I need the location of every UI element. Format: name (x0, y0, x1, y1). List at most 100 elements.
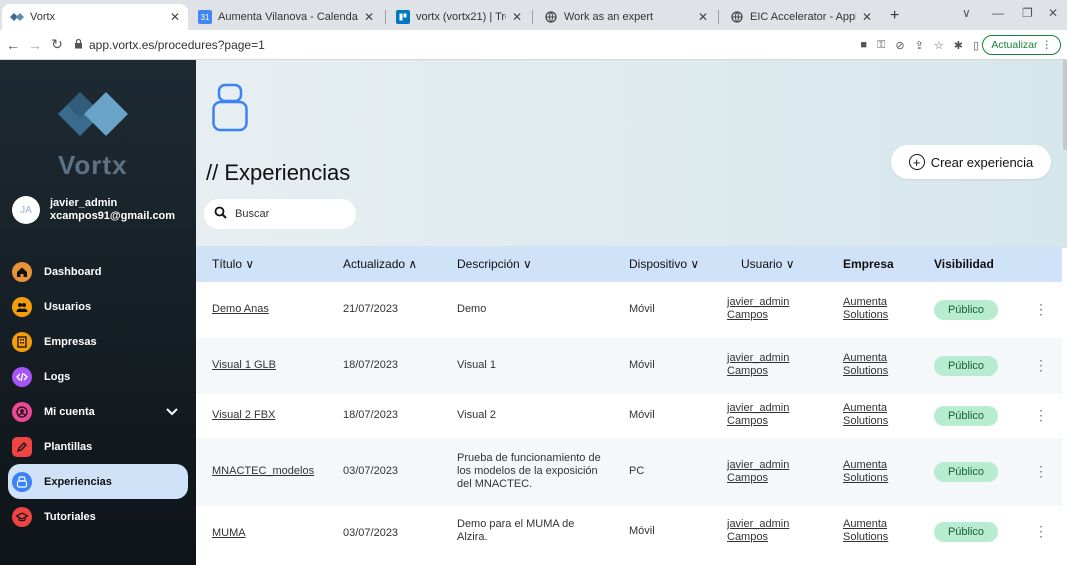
column-header-usuario[interactable]: Usuario ∨ (741, 257, 795, 271)
chevron-down-icon[interactable] (166, 405, 178, 419)
share-icon[interactable]: ⇪ (915, 39, 924, 52)
company-link[interactable]: Aumenta Solutions (843, 296, 888, 322)
forward-icon[interactable]: → (26, 37, 44, 53)
avatar: JA (12, 196, 40, 224)
user-link[interactable]: javier_admin Campos (727, 459, 789, 485)
window-close-icon[interactable]: ✕ (1048, 6, 1058, 20)
sidebar-item-label: Tutoriales (44, 510, 96, 523)
sync-icon[interactable]: ⊘ (895, 39, 904, 52)
more-vert-icon[interactable]: ⋮ (1034, 357, 1048, 374)
updated-date: 18/07/2023 (343, 409, 399, 421)
edit-icon (12, 436, 32, 457)
reload-icon[interactable]: ↻ (48, 36, 66, 53)
trello-icon (396, 10, 410, 24)
search-input[interactable]: Buscar (204, 199, 356, 229)
restore-icon[interactable]: ❐ (1022, 6, 1033, 20)
user-link[interactable]: javier_admin Campos (727, 518, 789, 544)
device: Móvil (629, 409, 655, 421)
close-tab-icon[interactable]: ✕ (698, 10, 708, 24)
browser-tab-vortx[interactable]: Vortx ✕ (2, 4, 188, 30)
experience-title-link[interactable]: Visual 1 GLB (212, 359, 276, 372)
column-header-titulo[interactable]: Título ∨ (212, 257, 254, 271)
column-header-dispositivo[interactable]: Dispositivo ∨ (629, 257, 699, 271)
table-row[interactable]: MNACTEC_modelos 03/07/2023 Prueba de fun… (196, 438, 1062, 506)
table-row[interactable]: Demo Anas 21/07/2023 Demo Móvil javier_a… (196, 282, 1062, 338)
more-vert-icon: ⋮ (1041, 39, 1053, 51)
company-link[interactable]: Aumenta Solutions (843, 352, 888, 378)
more-vert-icon[interactable]: ⋮ (1034, 407, 1048, 424)
bookmark-star-icon[interactable]: ☆ (934, 39, 944, 52)
page-title: // Experiencias (206, 160, 351, 185)
camera-icon[interactable]: ■ (860, 39, 867, 51)
new-tab-icon[interactable]: + (890, 7, 899, 25)
close-tab-icon[interactable]: ✕ (170, 10, 180, 24)
table-row[interactable]: Visual 2 FBX 18/07/2023 Visual 2 Móvil j… (196, 394, 1062, 438)
column-header-descripcion[interactable]: Descripción ∨ (457, 257, 532, 271)
browser-tab-eic[interactable]: EIC Accelerator - Application Pro ✕ (722, 4, 880, 30)
user-profile[interactable]: JA javier_admin xcampos91@gmail.com (12, 196, 175, 224)
company-link[interactable]: Aumenta Solutions (843, 402, 888, 428)
sidepanel-icon[interactable]: ▯ (973, 39, 979, 52)
sidebar-item-empresas[interactable]: Empresas (8, 324, 188, 359)
company-link[interactable]: Aumenta Solutions (843, 459, 888, 485)
more-vert-icon[interactable]: ⋮ (1034, 523, 1048, 540)
close-tab-icon[interactable]: ✕ (512, 10, 522, 24)
update-button[interactable]: Actualizar ⋮ (982, 35, 1061, 55)
device: Móvil (629, 525, 655, 537)
browser-tab-work-expert[interactable]: Work as an expert ✕ (536, 4, 716, 30)
user-link[interactable]: javier_admin Campos (727, 402, 789, 428)
user-name: javier_admin (50, 197, 118, 209)
sidebar-item-label: Logs (44, 370, 71, 383)
sidebar-item-tutoriales[interactable]: Tutoriales (8, 499, 188, 534)
user-link[interactable]: javier_admin Campos (727, 352, 789, 378)
company-link[interactable]: Aumenta Solutions (843, 518, 888, 544)
lock-icon (74, 38, 83, 52)
updated-date: 21/07/2023 (343, 303, 399, 315)
sort-chevron-icon: ∨ (785, 257, 795, 271)
key-icon[interactable]: ⚿ (877, 39, 885, 52)
close-tab-icon[interactable]: ✕ (364, 10, 374, 24)
sidebar-item-dashboard[interactable]: Dashboard (8, 254, 188, 289)
status-badge: Público (934, 462, 998, 482)
table-row[interactable]: Visual 1 GLB 18/07/2023 Visual 1 Móvil j… (196, 338, 1062, 394)
brand-name: Vortx (58, 150, 128, 180)
experience-title-link[interactable]: Demo Anas (212, 303, 269, 316)
sidebar-item-experiencias[interactable]: Experiencias (8, 464, 188, 499)
tab-list-chevron-icon[interactable]: ∨ (962, 6, 971, 20)
experience-title-link[interactable]: MUMA (212, 527, 246, 540)
sidebar-item-plantillas[interactable]: Plantillas (8, 429, 188, 464)
minimize-icon[interactable]: — (992, 6, 1004, 20)
globe-icon (730, 10, 744, 24)
page-scrollbar[interactable] (1063, 60, 1067, 150)
sidebar-item-label: Usuarios (44, 300, 92, 313)
table-row[interactable]: MUMA 03/07/2023 Demo para el MUMA de Alzi… (196, 506, 1062, 565)
vortx-favicon-icon (10, 10, 24, 24)
column-header-actualizado[interactable]: Actualizado ∧ (343, 257, 417, 271)
more-vert-icon[interactable]: ⋮ (1034, 463, 1048, 480)
extensions-icon[interactable]: ✱ (954, 39, 963, 52)
create-experience-label: Crear experiencia (930, 154, 1034, 170)
experience-title-link[interactable]: Visual 2 FBX (212, 409, 275, 422)
url-field[interactable]: app.vortx.es/procedures?page=1 (74, 38, 265, 52)
browser-tab-calendar[interactable]: 31 Aumenta Vilanova - Calendar - S ✕ (190, 4, 382, 30)
close-tab-icon[interactable]: ✕ (862, 10, 872, 24)
tab-label: EIC Accelerator - Application Pro (750, 11, 856, 23)
create-experience-button[interactable]: + Crear experiencia (891, 145, 1051, 179)
status-badge: Público (934, 300, 998, 320)
home-icon (12, 261, 32, 282)
user-link[interactable]: javier_admin Campos (727, 296, 789, 322)
tab-label: Aumenta Vilanova - Calendar - S (218, 11, 358, 23)
description: Prueba de funcionamiento de los modelos d… (457, 452, 601, 490)
vortx-logo (58, 92, 128, 136)
more-vert-icon[interactable]: ⋮ (1034, 301, 1048, 318)
sidebar-item-usuarios[interactable]: Usuarios (8, 289, 188, 324)
sidebar-item-logs[interactable]: Logs (8, 359, 188, 394)
address-bar: ← → ↻ app.vortx.es/procedures?page=1 ■ ⚿… (0, 30, 1067, 60)
experience-title-link[interactable]: MNACTEC_modelos (212, 465, 314, 478)
browser-tab-trello[interactable]: vortx (vortx21) | Trello ✕ (388, 4, 530, 30)
back-icon[interactable]: ← (4, 37, 22, 53)
sidebar-item-mi-cuenta[interactable]: Mi cuenta (8, 394, 188, 429)
page-header: // Experiencias Buscar + Crear experienc… (196, 60, 1067, 248)
users-icon (12, 296, 32, 317)
sidebar: Vortx JA javier_admin xcampos91@gmail.co… (0, 60, 196, 565)
